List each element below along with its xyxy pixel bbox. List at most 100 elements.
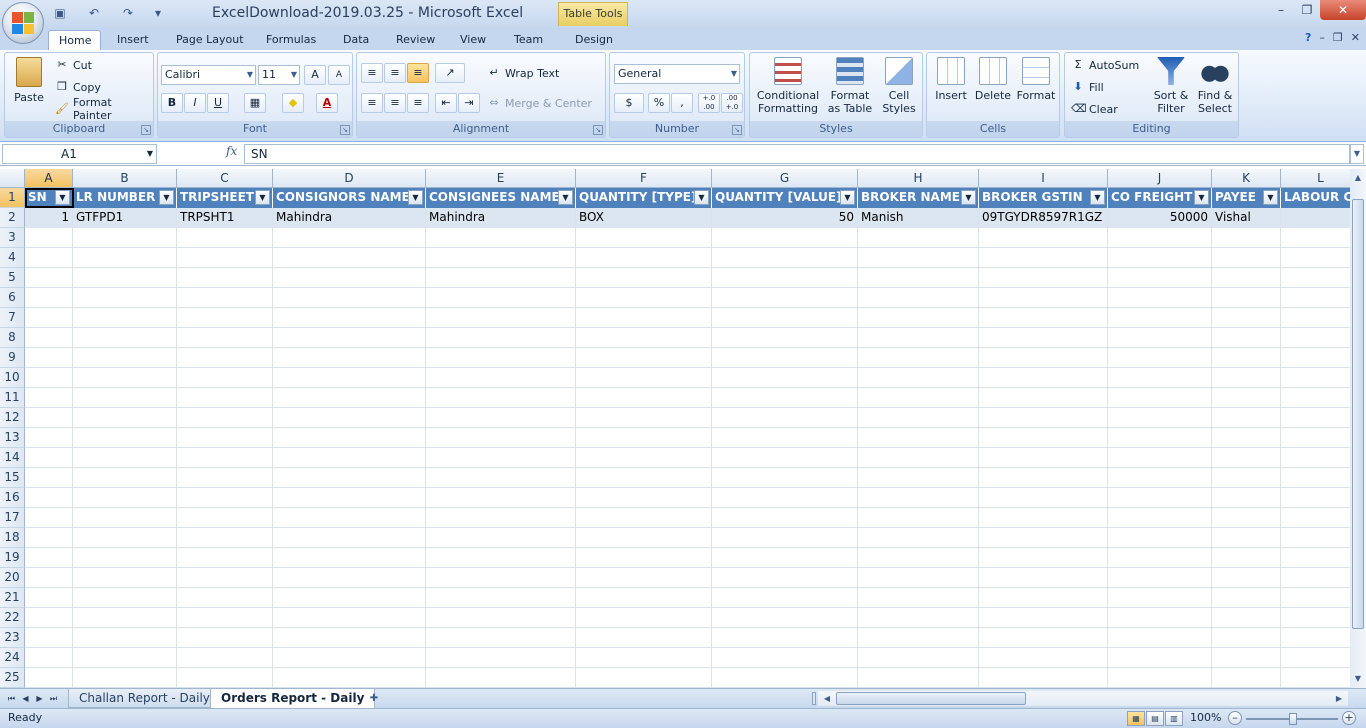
column-header-g[interactable]: G [712, 169, 858, 188]
prev-sheet-icon[interactable]: ◀ [20, 692, 31, 705]
row-header-19[interactable]: 19 [0, 548, 25, 568]
align-middle-button[interactable]: ≡ [384, 63, 406, 83]
column-header-k[interactable]: K [1212, 169, 1281, 188]
column-header-j[interactable]: J [1108, 169, 1212, 188]
horizontal-scrollbar[interactable]: ◀ ▶ [818, 691, 1348, 706]
underline-button[interactable]: U [207, 93, 229, 113]
align-center-button[interactable]: ≡ [384, 93, 406, 113]
zoom-level[interactable]: 100% [1190, 711, 1221, 724]
row-header-16[interactable]: 16 [0, 488, 25, 508]
page-layout-view-icon[interactable]: ▤ [1146, 711, 1164, 726]
table-cell[interactable]: TRPSHT1 [177, 208, 272, 228]
row-header-10[interactable]: 10 [0, 368, 25, 388]
row-header-14[interactable]: 14 [0, 448, 25, 468]
row-header-8[interactable]: 8 [0, 328, 25, 348]
sort-filter-button[interactable]: Sort & Filter [1149, 57, 1193, 115]
row-header-25[interactable]: 25 [0, 668, 25, 688]
clear-button[interactable]: ⌫ Clear [1071, 99, 1118, 119]
normal-view-icon[interactable]: ▦ [1127, 711, 1145, 726]
row-header-3[interactable]: 3 [0, 228, 25, 248]
tab-home[interactable]: Home [48, 30, 101, 51]
column-header-h[interactable]: H [858, 169, 979, 188]
fill-color-button[interactable]: ◆ [282, 93, 304, 113]
worksheet-grid[interactable]: ABCDEFGHIJKL 1 2 3 4 5 6 7 8 9 10 11 12 13 14 15 16 17 18… [0, 169, 1350, 688]
ribbon-restore-icon[interactable]: ❐ [1333, 31, 1343, 44]
table-header-cell[interactable]: SN ▼ [25, 188, 73, 208]
redo-icon[interactable]: ↷ [120, 5, 136, 21]
filter-dropdown-icon[interactable]: ▼ [255, 190, 270, 205]
sheet-tab-orders[interactable]: Orders Report - Daily [210, 689, 376, 709]
zoom-out-icon[interactable]: – [1228, 711, 1242, 725]
grow-font-button[interactable]: A [304, 65, 326, 85]
row-header-9[interactable]: 9 [0, 348, 25, 368]
cell-styles-button[interactable]: Cell Styles [878, 57, 920, 115]
table-cell[interactable]: Mahindra [273, 208, 425, 228]
table-cell[interactable]: BOX [576, 208, 711, 228]
scroll-right-icon[interactable]: ▶ [1332, 691, 1346, 706]
filter-dropdown-icon[interactable]: ▼ [55, 190, 70, 205]
cut-button[interactable]: ✂ Cut [55, 55, 92, 75]
horizontal-scroll-thumb[interactable] [836, 692, 1026, 705]
row-header-24[interactable]: 24 [0, 648, 25, 668]
filter-dropdown-icon[interactable]: ▼ [1263, 190, 1278, 205]
column-header-d[interactable]: D [273, 169, 426, 188]
table-header-cell[interactable]: BROKER NAME ▼ [858, 188, 979, 208]
tab-data[interactable]: Data [333, 30, 379, 50]
table-cell[interactable]: Vishal [1212, 208, 1280, 228]
align-top-button[interactable]: ≡ [361, 63, 383, 83]
filter-dropdown-icon[interactable]: ▼ [961, 190, 976, 205]
wrap-text-button[interactable]: ↵ Wrap Text [487, 63, 559, 83]
vertical-scroll-thumb[interactable] [1352, 199, 1364, 629]
insert-sheet-icon[interactable]: ✚ [364, 691, 384, 706]
filter-dropdown-icon[interactable]: ▼ [159, 190, 174, 205]
select-all-corner[interactable] [0, 169, 25, 188]
merge-center-button[interactable]: ⇔ Merge & Center [487, 93, 592, 113]
next-sheet-icon[interactable]: ▶ [34, 692, 45, 705]
tab-split-handle[interactable] [812, 692, 816, 705]
row-header-17[interactable]: 17 [0, 508, 25, 528]
table-cell[interactable]: 1 [25, 208, 72, 228]
customize-qat-icon[interactable]: ▾ [150, 5, 166, 21]
copy-button[interactable]: ❐ Copy [55, 77, 101, 97]
column-header-a[interactable]: A [25, 169, 73, 188]
help-icon[interactable]: ? [1305, 31, 1311, 44]
insert-cells-button[interactable]: Insert [931, 57, 971, 102]
tab-review[interactable]: Review [386, 30, 445, 50]
format-as-table-button[interactable]: Format as Table [822, 57, 878, 115]
font-color-button[interactable]: A [316, 93, 338, 113]
font-size-select[interactable]: 11 ▼ [258, 65, 300, 85]
filter-dropdown-icon[interactable]: ▼ [1090, 190, 1105, 205]
expand-formula-bar-icon[interactable]: ▼ [1350, 144, 1364, 164]
orientation-button[interactable]: ↗ [435, 63, 465, 83]
row-header-21[interactable]: 21 [0, 588, 25, 608]
table-header-cell[interactable]: TRIPSHEET ▼ [177, 188, 273, 208]
workbook-close-icon[interactable]: ✕ [1351, 31, 1360, 44]
zoom-in-icon[interactable]: + [1342, 711, 1356, 725]
zoom-slider-thumb[interactable] [1289, 713, 1297, 725]
row-header-6[interactable]: 6 [0, 288, 25, 308]
row-header-2[interactable]: 2 [0, 208, 25, 228]
filter-dropdown-icon[interactable]: ▼ [694, 190, 709, 205]
table-cell[interactable]: 50000 [1108, 208, 1211, 228]
table-header-cell[interactable]: CONSIGNORS NAME ▼ [273, 188, 426, 208]
currency-button[interactable]: $ [614, 93, 644, 113]
table-header-cell[interactable]: PAYEE ▼ [1212, 188, 1281, 208]
column-header-f[interactable]: F [576, 169, 712, 188]
filter-dropdown-icon[interactable]: ▼ [558, 190, 573, 205]
increase-decimal-button[interactable]: +.0 .00 [698, 93, 720, 113]
vertical-scrollbar[interactable]: ▲ ▼ [1350, 169, 1366, 688]
table-header-cell[interactable]: LABOUR CH [1281, 188, 1350, 208]
column-header-i[interactable]: I [979, 169, 1108, 188]
row-header-15[interactable]: 15 [0, 468, 25, 488]
row-header-1[interactable]: 1 [0, 188, 25, 208]
dialog-launcher-icon[interactable]: ↘ [141, 125, 151, 135]
increase-indent-button[interactable]: ⇥ [458, 93, 480, 113]
row-header-13[interactable]: 13 [0, 428, 25, 448]
column-header-b[interactable]: B [73, 169, 177, 188]
last-sheet-icon[interactable]: ⏭ [48, 692, 59, 705]
conditional-formatting-button[interactable]: Conditional Formatting [753, 57, 823, 115]
table-header-cell[interactable]: LR NUMBER ▼ [73, 188, 177, 208]
table-cell[interactable]: Manish [858, 208, 978, 228]
find-select-button[interactable]: Find & Select [1193, 57, 1237, 115]
format-cells-button[interactable]: Format [1015, 57, 1057, 102]
